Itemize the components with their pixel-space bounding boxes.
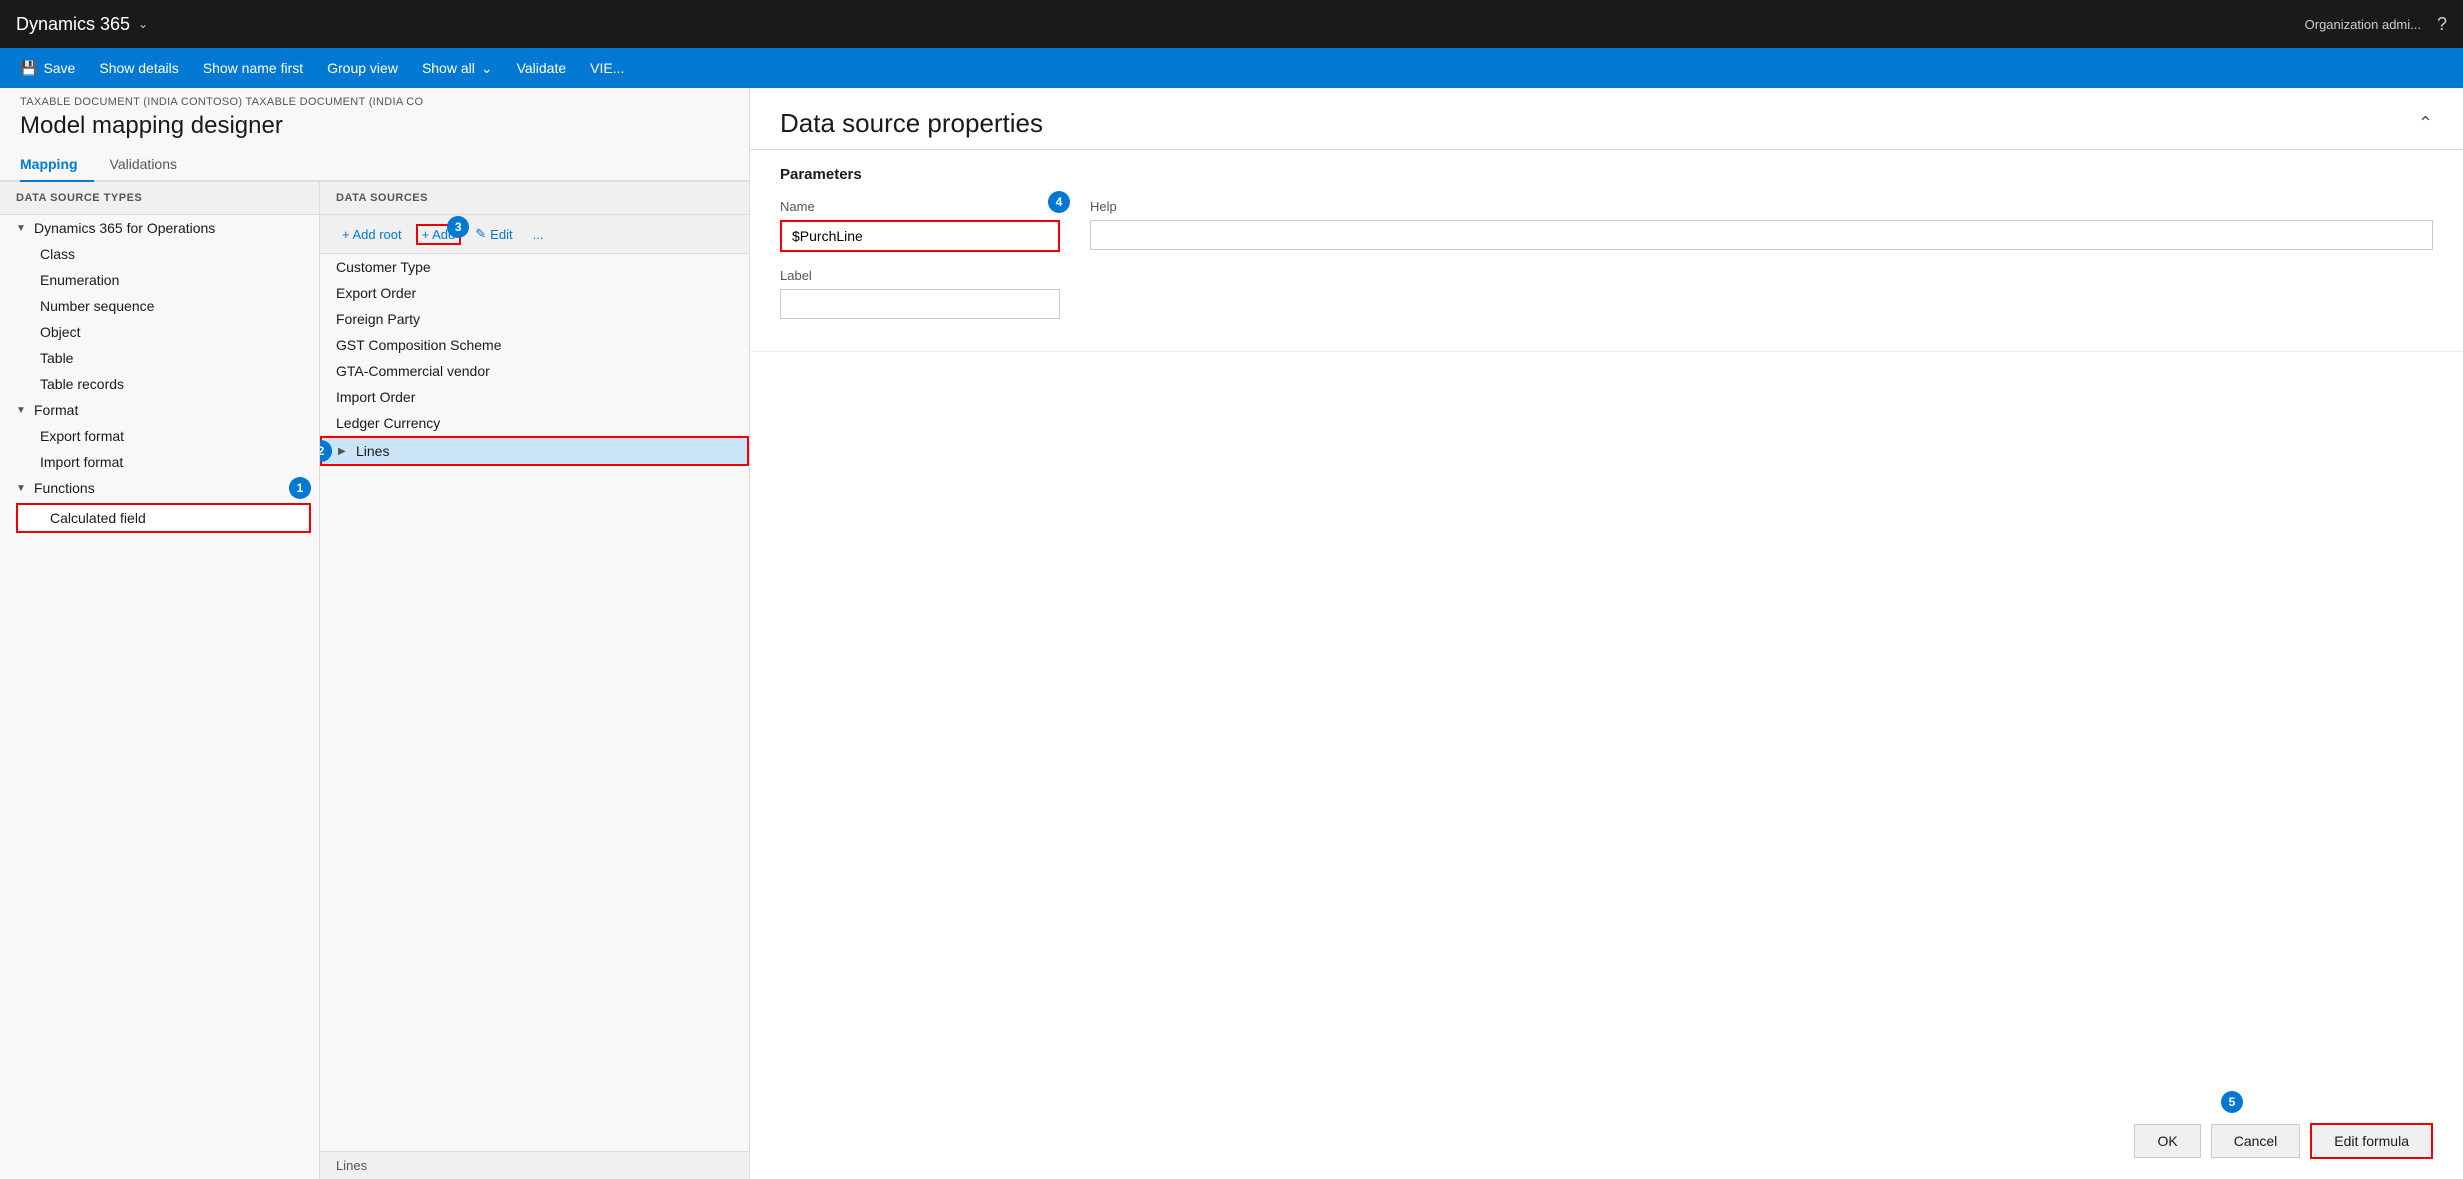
type-enumeration[interactable]: Enumeration [8,267,319,293]
tab-mapping[interactable]: Mapping [20,148,94,182]
name-help-row: Name 4 Help [780,199,2433,252]
group-functions[interactable]: ▼ Functions 1 [0,475,319,501]
badge-2: 2 [320,440,332,462]
show-all-button[interactable]: Show all ⌄ [410,48,505,88]
save-button[interactable]: 💾 Save [8,48,87,88]
spacer [750,352,2463,1103]
badge-5: 5 [2221,1091,2243,1113]
expand-icon: ▼ [16,483,28,494]
data-sources-panel: Data Sources + Add root + Add 3 ✎ Edit .… [320,182,749,1179]
parameters-section-title: Parameters [780,166,2433,183]
parameters-section: Parameters Name 4 Help Label [750,150,2463,352]
help-label: Help [1090,199,2433,214]
left-columns: Data Source Types ▼ Dynamics 365 for Ope… [0,182,749,1179]
functions-children: Calculated field [0,503,319,533]
badge-4: 4 [1048,191,1070,213]
type-table[interactable]: Table [8,345,319,371]
panel-header: Data source properties ⌃ [750,88,2463,150]
expand-icon: ▶ [338,446,350,457]
type-object[interactable]: Object [8,319,319,345]
app-name: Dynamics 365 [16,14,130,35]
chevron-down-icon: ⌄ [481,60,493,77]
format-children: Export format Import format [0,423,319,475]
validate-button[interactable]: Validate [505,48,579,88]
help-icon[interactable]: ? [2437,14,2447,35]
group-dynamics365[interactable]: ▼ Dynamics 365 for Operations [0,215,319,241]
label-label: Label [780,268,1060,283]
type-class[interactable]: Class [8,241,319,267]
edit-formula-button[interactable]: Edit formula [2310,1123,2433,1159]
left-panel: TAXABLE DOCUMENT (INDIA CONTOSO) TAXABLE… [0,88,750,1179]
expand-icon: ▼ [16,405,28,416]
label-group: Label [780,268,1060,319]
badge-3: 3 [447,216,469,238]
right-panel: Data source properties ⌃ Parameters Name… [750,88,2463,1179]
view-button[interactable]: VIE... [578,48,636,88]
ok-button[interactable]: OK [2134,1124,2200,1158]
help-group: Help [1090,199,2433,252]
type-table-records[interactable]: Table records [8,371,319,397]
label-input[interactable] [780,289,1060,319]
show-details-button[interactable]: Show details [87,48,190,88]
cancel-button[interactable]: Cancel [2211,1124,2301,1158]
action-bar: 💾 Save Show details Show name first Grou… [0,48,2463,88]
group-view-button[interactable]: Group view [315,48,410,88]
name-input[interactable] [780,220,1060,252]
org-name: Organization admi... [2305,17,2421,32]
source-gta[interactable]: GTA-Commercial vendor [320,358,749,384]
badge-1: 1 [289,477,311,499]
source-ledger-currency[interactable]: Ledger Currency [320,410,749,436]
breadcrumb: TAXABLE DOCUMENT (INDIA CONTOSO) TAXABLE… [0,88,749,108]
dynamics365-children: Class Enumeration Number sequence Object… [0,241,319,397]
panel-title: Data source properties [780,108,1043,139]
sources-footer: Lines [320,1151,749,1179]
help-input[interactable] [1090,220,2433,250]
panel-footer: 5 OK Cancel Edit formula [750,1103,2463,1179]
data-sources-header: Data Sources [320,182,749,215]
sources-list: Customer Type Export Order Foreign Party… [320,254,749,1151]
save-icon: 💾 [20,60,37,77]
page-title: Model mapping designer [0,108,749,148]
tabs: Mapping Validations [0,148,749,182]
add-button[interactable]: + Add 3 [416,224,462,245]
app-title: Dynamics 365 ⌄ [16,14,148,35]
tab-validations[interactable]: Validations [110,148,193,182]
source-import-order[interactable]: Import Order [320,384,749,410]
source-customer-type[interactable]: Customer Type [320,254,749,280]
expand-icon: ▼ [16,223,28,234]
source-foreign-party[interactable]: Foreign Party [320,306,749,332]
data-source-types-panel: Data Source Types ▼ Dynamics 365 for Ope… [0,182,320,1179]
data-source-types-header: Data Source Types [0,182,319,215]
source-gst[interactable]: GST Composition Scheme [320,332,749,358]
name-group: Name 4 [780,199,1060,252]
source-export-order[interactable]: Export Order [320,280,749,306]
edit-button[interactable]: ✎ Edit [469,223,518,245]
type-export-format[interactable]: Export format [8,423,319,449]
source-lines[interactable]: ▶ Lines 2 [320,436,749,466]
label-row: Label [780,268,2433,319]
main-content: TAXABLE DOCUMENT (INDIA CONTOSO) TAXABLE… [0,88,2463,1179]
show-name-first-button[interactable]: Show name first [191,48,315,88]
more-button[interactable]: ... [527,224,550,245]
top-navigation: Dynamics 365 ⌄ Organization admi... ? [0,0,2463,48]
add-root-button[interactable]: + Add root [336,224,408,245]
group-format[interactable]: ▼ Format [0,397,319,423]
collapse-button[interactable]: ⌃ [2418,113,2433,134]
type-import-format[interactable]: Import format [8,449,319,475]
edit-icon: ✎ [475,226,486,242]
type-calculated-field[interactable]: Calculated field [16,503,311,533]
sources-toolbar: + Add root + Add 3 ✎ Edit ... [320,215,749,254]
name-label: Name [780,199,1060,214]
type-number-sequence[interactable]: Number sequence [8,293,319,319]
chevron-down-icon[interactable]: ⌄ [138,17,148,31]
